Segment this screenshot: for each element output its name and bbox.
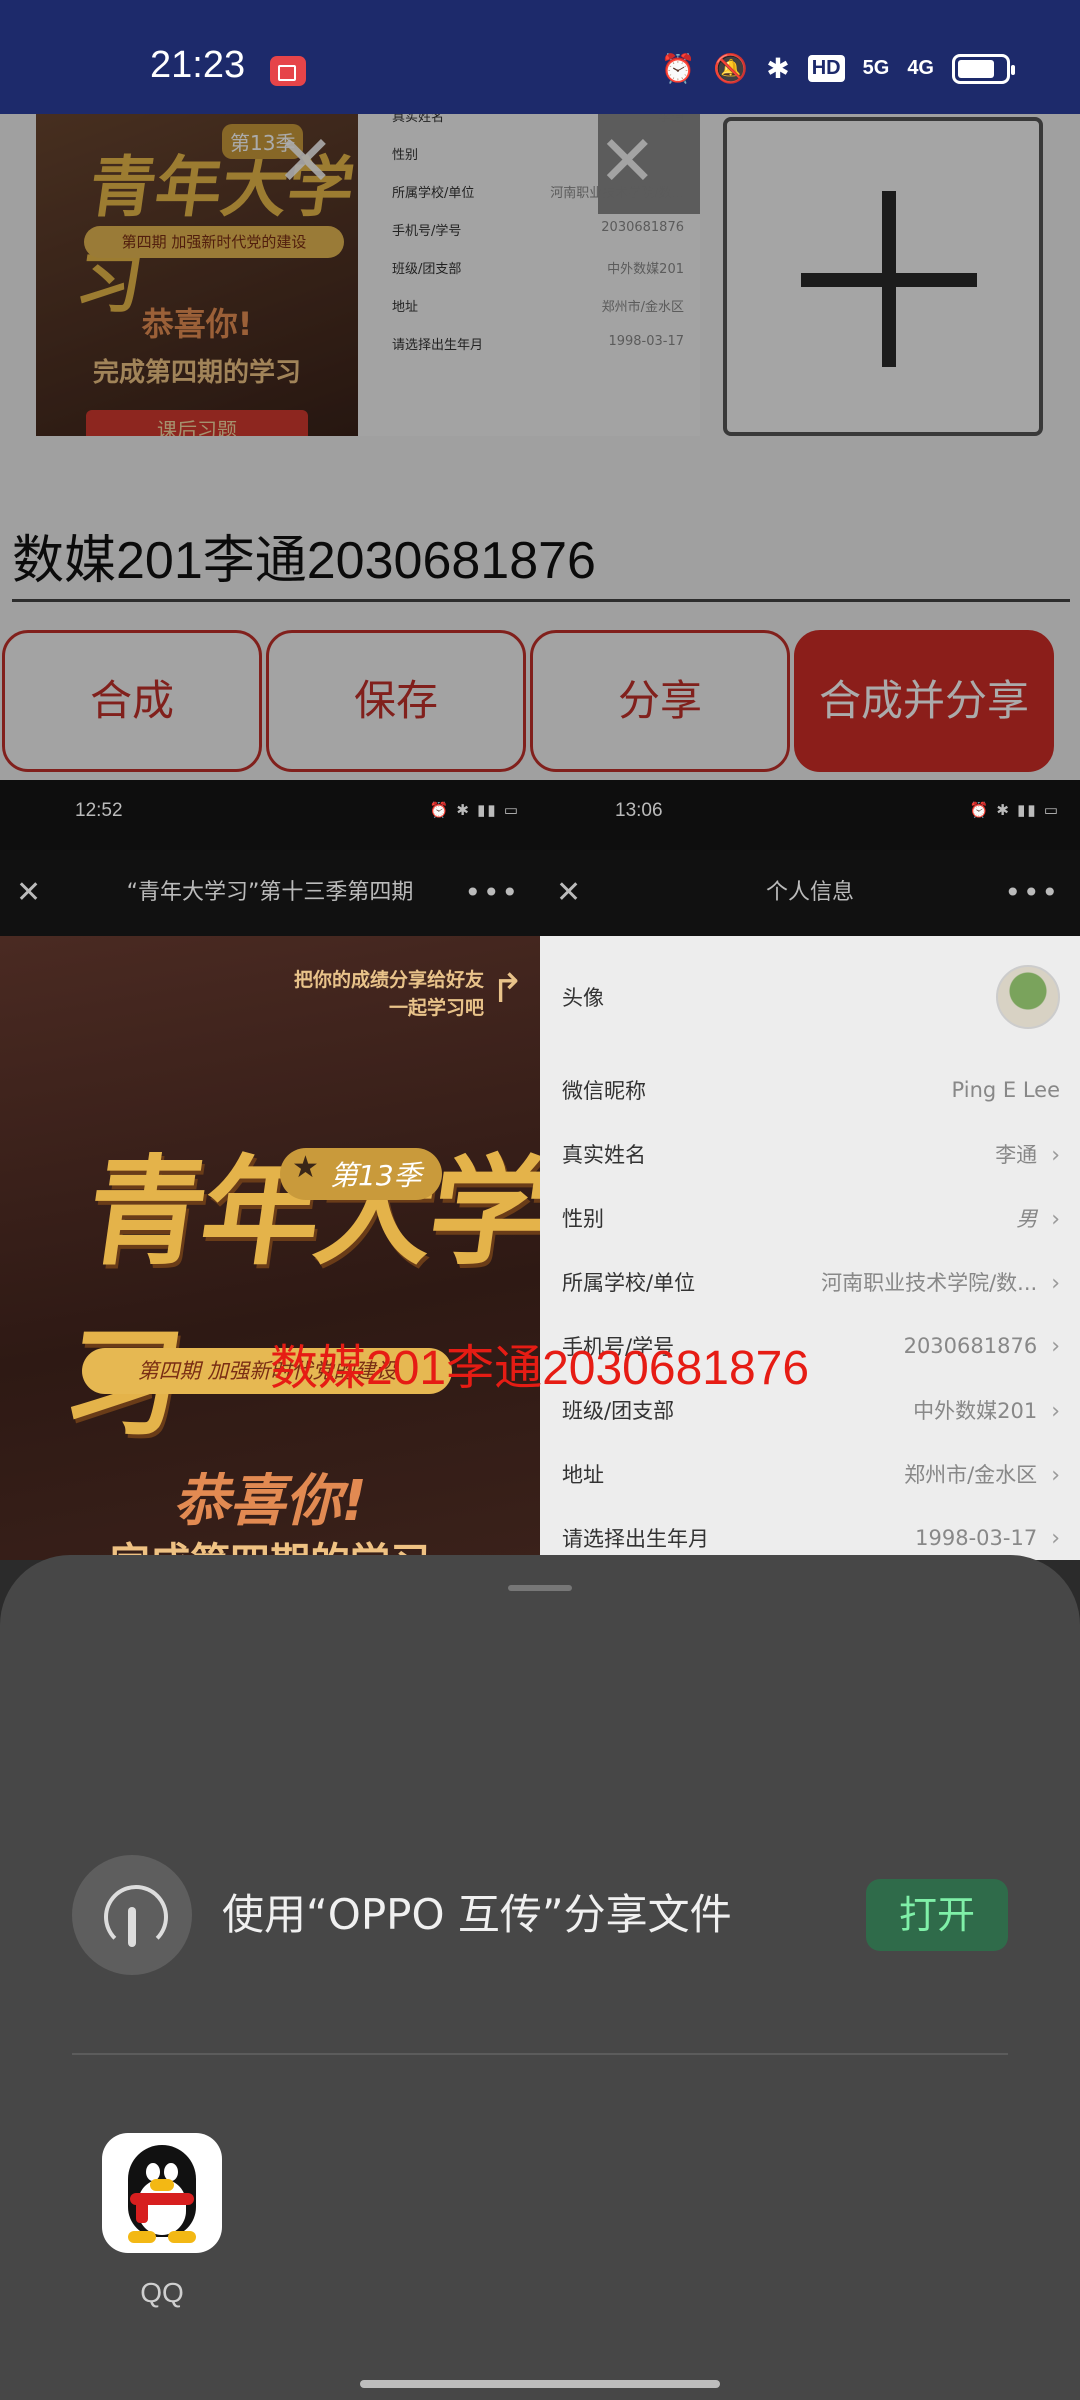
overlay-caption: 数媒201李通2030681876 [270,1342,810,1395]
info-row: 地址 郑州市/金水区 › [562,1463,1060,1488]
app-content: 青年大学习 第13季 第四期 加强新时代党的建设 恭喜你! 完成第四期的学习 课… [0,114,1080,780]
info-row: 性别男 › [562,1207,1060,1232]
oppo-share-row[interactable]: 使用“OPPO 互传”分享文件 打开 [72,1855,1008,1975]
share-target-qq[interactable]: QQ [102,2133,222,2309]
signal-4g-icon: 4G [907,57,934,79]
share-button[interactable]: 分享 [530,630,790,772]
mini-title: “青年大学习”第十三季第四期 [126,880,414,905]
open-button[interactable]: 打开 [866,1879,1008,1951]
info-row: 请选择出生年月 1998-03-17 › [562,1525,1060,1552]
mini-title: 个人信息 [765,880,854,905]
chevron-right-icon: › [1051,1271,1060,1296]
thumbnail-profile[interactable]: 真实姓名 李通 性别 所属学校/单位 河南职业技术学院/数... 手机号/学号 203… [358,114,700,436]
thumb-row: 请选择出生年月 1998-03-17 [392,334,684,353]
more-icon: ••• [464,876,520,909]
chevron-right-icon: › [1051,1463,1060,1488]
thumb-row: 手机号/学号 2030681876 [392,220,684,239]
poster-season-badge: 第13季 [280,1148,442,1200]
bluetooth-icon: ✱ [766,53,790,84]
close-icon: ✕ [556,875,582,910]
thumbnail-poster[interactable]: 青年大学习 第13季 第四期 加强新时代党的建设 恭喜你! 完成第四期的学习 课… [36,114,358,436]
thumb-poster-band: 第四期 加强新时代党的建设 [84,226,344,258]
poster-congrats: 恭喜你! [173,1469,367,1534]
chevron-right-icon: › [1051,1399,1060,1424]
battery-icon [952,53,1015,84]
add-image-button[interactable] [723,117,1043,436]
caption-input[interactable]: 数媒201李通2030681876 [12,520,1070,602]
avatar [996,965,1060,1029]
home-indicator[interactable] [360,2380,720,2388]
mini-status-icons: ⏰ ✱ ▮▮ ▭ [429,802,520,819]
sheet-handle[interactable] [508,1585,572,1591]
remove-image-1-icon[interactable]: ✕ [276,120,335,202]
status-time: 21:23 [150,44,246,86]
chevron-right-icon: › [1051,1143,1060,1168]
close-icon: ✕ [16,875,42,910]
oppo-share-text: 使用“OPPO 互传”分享文件 [222,1890,732,1939]
screen-record-icon[interactable] [270,56,306,86]
info-row: 真实姓名 李通 › [562,1143,1060,1168]
mute-icon: 🔕 [713,53,749,84]
divider [72,2053,1008,2055]
mini-status-icons: ⏰ ✱ ▮▮ ▭ [969,802,1060,819]
remove-image-2-icon[interactable]: ✕ [598,120,657,202]
thumb-row: 地址 郑州市/金水区 [392,300,684,315]
share-sheet: 使用“OPPO 互传”分享文件 打开 QQ [0,1555,1080,2400]
info-row: 头像 [562,954,1060,1040]
status-icons: ⏰ 🔕 ✱ HD 5G 4G [660,52,1015,85]
thumb-poster-done: 完成第四期的学习 [92,358,301,388]
composite-image: 12:52 ⏰ ✱ ▮▮ ▭ ✕ “青年大学习”第十三季第四期 ••• 把你的成… [0,780,1080,1560]
mini-time: 13:06 [615,800,663,821]
share-tip: 把你的成绩分享给好友 一起学习吧 [293,969,484,1019]
qq-penguin-icon [102,2133,222,2253]
broadcast-icon [72,1855,192,1975]
info-row: 所属学校/单位 河南职业技术学院/数... › [562,1271,1060,1296]
signal-5g-icon: 5G [862,57,890,79]
app-label: QQ [140,2277,184,2308]
mini-status-bar: 13:06 ⏰ ✱ ▮▮ ▭ [540,780,1080,850]
chevron-right-icon: › [1051,1333,1060,1359]
status-bar: 21:23 ⏰ 🔕 ✱ HD 5G 4G [0,0,1080,114]
thumb-poster-button: 课后习题 [86,410,308,436]
save-button[interactable]: 保存 [266,630,526,772]
thumb-row: 班级/团支部 中外数媒201 [392,262,684,277]
info-row: 微信昵称 Ping E Lee [562,1078,1060,1103]
compose-button[interactable]: 合成 [2,630,262,772]
compose-and-share-button[interactable]: 合成并分享 [794,630,1054,772]
more-icon: ••• [1004,876,1060,909]
thumb-poster-congrats: 恭喜你! [141,305,253,343]
action-buttons: 合成 保存 分享 合成并分享 [0,630,1080,772]
chevron-right-icon: › [1051,1207,1060,1232]
mini-time: 12:52 [75,800,123,821]
profile-info: 头像 微信昵称 Ping E Lee 真实姓名 李通 › 性别男 › 所属学校/单位 河南… [540,936,1080,1560]
chevron-right-icon: › [1051,1525,1060,1551]
mini-title-bar: ✕ 个人信息 ••• [540,850,1080,936]
curved-arrow-icon: ↱ [490,966,524,1012]
mini-status-bar: 12:52 ⏰ ✱ ▮▮ ▭ [0,780,540,850]
poster-image: 把你的成绩分享给好友 一起学习吧 ↱ 青年大学习 第13季 第四期 加强新时代党… [0,936,540,1560]
alarm-icon: ⏰ [660,53,696,84]
hd-icon: HD [807,55,845,82]
mini-title-bar: ✕ “青年大学习”第十三季第四期 ••• [0,850,540,936]
